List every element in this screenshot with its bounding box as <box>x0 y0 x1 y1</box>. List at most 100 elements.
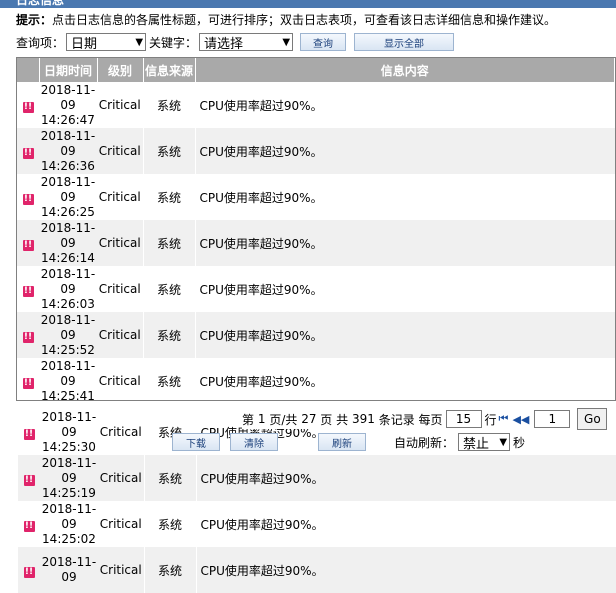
message-cell: CPU使用率超过90%。 <box>196 455 616 501</box>
table-row[interactable]: !! 2018-11- 09 14:26:25 Critical 系统 CPU使用率超过90… <box>17 174 615 220</box>
goto-page-input[interactable]: 1 <box>534 410 571 428</box>
query-field-label: 查询项： <box>16 35 65 50</box>
hint-body: 点击日志信息的各属性标题，可进行排序；双击日志表项，可查看该日志详细信息和操作建… <box>52 13 557 27</box>
date-part: 2018-11- <box>41 409 97 424</box>
day-part: 09 <box>60 281 76 296</box>
level-cell: Critical <box>98 455 144 501</box>
day-part: 09 <box>60 235 76 250</box>
critical-alert-icon: !! <box>23 474 35 486</box>
day-part: 09 <box>61 516 77 531</box>
time-part: 14:26:25 <box>41 204 95 219</box>
datetime-cell: 2018-11- 09 14:25:52 <box>39 312 97 358</box>
search-button[interactable]: 查询 <box>300 33 347 51</box>
time-part: 14:25:41 <box>41 388 95 401</box>
critical-alert-icon: !! <box>22 147 34 159</box>
level-cell: Critical <box>98 547 144 593</box>
source-cell: 系统 <box>142 220 196 266</box>
keyword-label: 关键字： <box>149 35 198 50</box>
time-part: 14:26:03 <box>41 296 95 311</box>
auto-refresh-value: 禁止 <box>463 436 490 452</box>
col-header-datetime[interactable]: 日期时间 <box>39 58 98 82</box>
day-part: 09 <box>60 97 76 112</box>
table-row[interactable]: !! 2018-11- 09 14:25:41 Critical 系统 CPU使用率超过90… <box>17 358 615 401</box>
level-cell: Critical <box>97 312 143 358</box>
log-grid: 日期时间 级别 信息来源 信息内容 !! 2018-11- 09 14:26:47 Cr… <box>16 57 616 401</box>
query-bar: 查询项： 日期 ▼ 关键字： 请选择 ▼ 查询 显示全部 <box>16 32 455 52</box>
time-part: 14:25:52 <box>41 342 95 357</box>
table-row[interactable]: !! 2018-11- 09 14:25:02 Critical 系统 CPU使用率超过90… <box>18 501 616 547</box>
keyword-select[interactable]: 请选择 ▼ <box>199 33 294 52</box>
message-cell: CPU使用率超过90%。 <box>199 190 323 205</box>
message-cell: CPU使用率超过90%。 <box>195 312 615 358</box>
level-cell: Critical <box>98 374 141 388</box>
auto-refresh-select[interactable]: 禁止 ▼ <box>458 433 511 452</box>
datetime-cell: 2018-11- 09 14:25:19 <box>40 455 98 501</box>
download-button[interactable]: 下载 <box>172 433 220 451</box>
table-row[interactable]: !! 2018-11- 09 14:25:19 Critical 系统 CPU使用率超过90… <box>18 455 616 501</box>
col-header-icon <box>17 58 40 82</box>
critical-alert-icon: !! <box>22 193 34 205</box>
time-part: 14:25:02 <box>42 531 96 546</box>
go-button[interactable]: Go <box>577 408 608 430</box>
clear-button[interactable]: 清除 <box>230 433 278 451</box>
source-cell: 系统 <box>142 82 196 128</box>
table-row[interactable]: !! 2018-11- 09 14:26:47 Critical 系统 CPU使用率超过90… <box>17 82 615 128</box>
level-cell: Critical <box>98 98 141 112</box>
severity-cell: !! <box>17 82 39 128</box>
hint-text: 提示：点击日志信息的各属性标题，可进行排序；双击日志表项，可查看该日志详细信息和… <box>16 11 556 28</box>
level-cell: Critical <box>97 128 143 174</box>
severity-cell: !! <box>18 455 40 501</box>
first-page-icon[interactable]: ⏮ <box>499 412 509 426</box>
date-part: 2018-11- <box>41 501 97 516</box>
severity-cell: !! <box>17 128 39 174</box>
severity-cell: !! <box>18 547 40 593</box>
prev-page-icon[interactable]: ◀◀ <box>512 413 529 426</box>
source-cell: 系统 <box>143 547 197 593</box>
col-header-source[interactable]: 信息来源 <box>143 58 196 82</box>
datetime-cell: 2018-11- 09 14:26:25 <box>39 174 97 220</box>
date-part: 2018-11- <box>41 555 97 569</box>
time-part: 14:26:36 <box>41 158 95 173</box>
time-part: 14:26:47 <box>41 112 95 127</box>
col-header-message[interactable]: 信息内容 <box>195 58 615 82</box>
severity-cell: !! <box>17 174 39 220</box>
time-part: 14:25:19 <box>42 485 96 500</box>
auto-refresh: 自动刷新： 禁止 ▼ 秒 <box>394 432 525 452</box>
critical-alert-icon: !! <box>22 331 34 343</box>
day-part: 09 <box>60 327 76 342</box>
refresh-button[interactable]: 刷新 <box>318 433 366 451</box>
source-cell: 系统 <box>143 455 197 501</box>
date-part: 2018-11- <box>41 455 97 470</box>
message-cell: CPU使用率超过90%。 <box>199 282 323 297</box>
date-part: 2018-11- <box>40 358 96 373</box>
pager-text-2: 页 共 <box>320 412 349 427</box>
critical-alert-icon: !! <box>23 566 35 578</box>
day-part: 09 <box>61 570 77 584</box>
total-records: 391 <box>351 412 375 426</box>
datetime-cell: 2018-11- 09 14:26:47 <box>39 82 97 128</box>
table-row[interactable]: !! 2018-11- 09 14:26:14 Critical 系统 CPU使用率超过90… <box>17 220 615 266</box>
message-cell: CPU使用率超过90%。 <box>199 374 323 389</box>
pager-text-3: 条记录 每页 <box>378 412 443 427</box>
col-header-level[interactable]: 级别 <box>97 58 144 82</box>
date-part: 2018-11- <box>40 128 96 143</box>
current-page: 1 <box>257 412 266 426</box>
day-part: 09 <box>61 470 77 485</box>
level-cell: Critical <box>98 190 141 204</box>
query-field-select[interactable]: 日期 ▼ <box>66 33 147 52</box>
table-row[interactable]: !! 2018-11- 09 14:25:52 Critical 系统 CPU使用率超过90… <box>17 312 615 358</box>
source-cell: 系统 <box>142 266 196 312</box>
datetime-cell: 2018-11- 09 14:25:02 <box>40 501 98 547</box>
message-cell: CPU使用率超过90%。 <box>199 98 323 113</box>
message-cell: CPU使用率超过90%。 <box>195 128 615 174</box>
table-row[interactable]: !! 2018-11- 09 Critical 系统 CPU使用率超过90%。 <box>18 547 616 593</box>
severity-cell: !! <box>17 220 39 266</box>
show-all-button[interactable]: 显示全部 <box>354 33 455 51</box>
per-page-input[interactable]: 15 <box>445 410 482 428</box>
table-row[interactable]: !! 2018-11- 09 14:26:03 Critical 系统 CPU使用率超过90… <box>17 266 615 312</box>
hint-label: 提示： <box>16 13 53 27</box>
window-title: 日志信息 <box>0 0 616 8</box>
datetime-cell: 2018-11- 09 14:26:14 <box>39 220 97 266</box>
level-cell: Critical <box>98 282 141 296</box>
table-row[interactable]: !! 2018-11- 09 14:26:36 Critical 系统 CPU使用率超过90… <box>17 128 615 174</box>
